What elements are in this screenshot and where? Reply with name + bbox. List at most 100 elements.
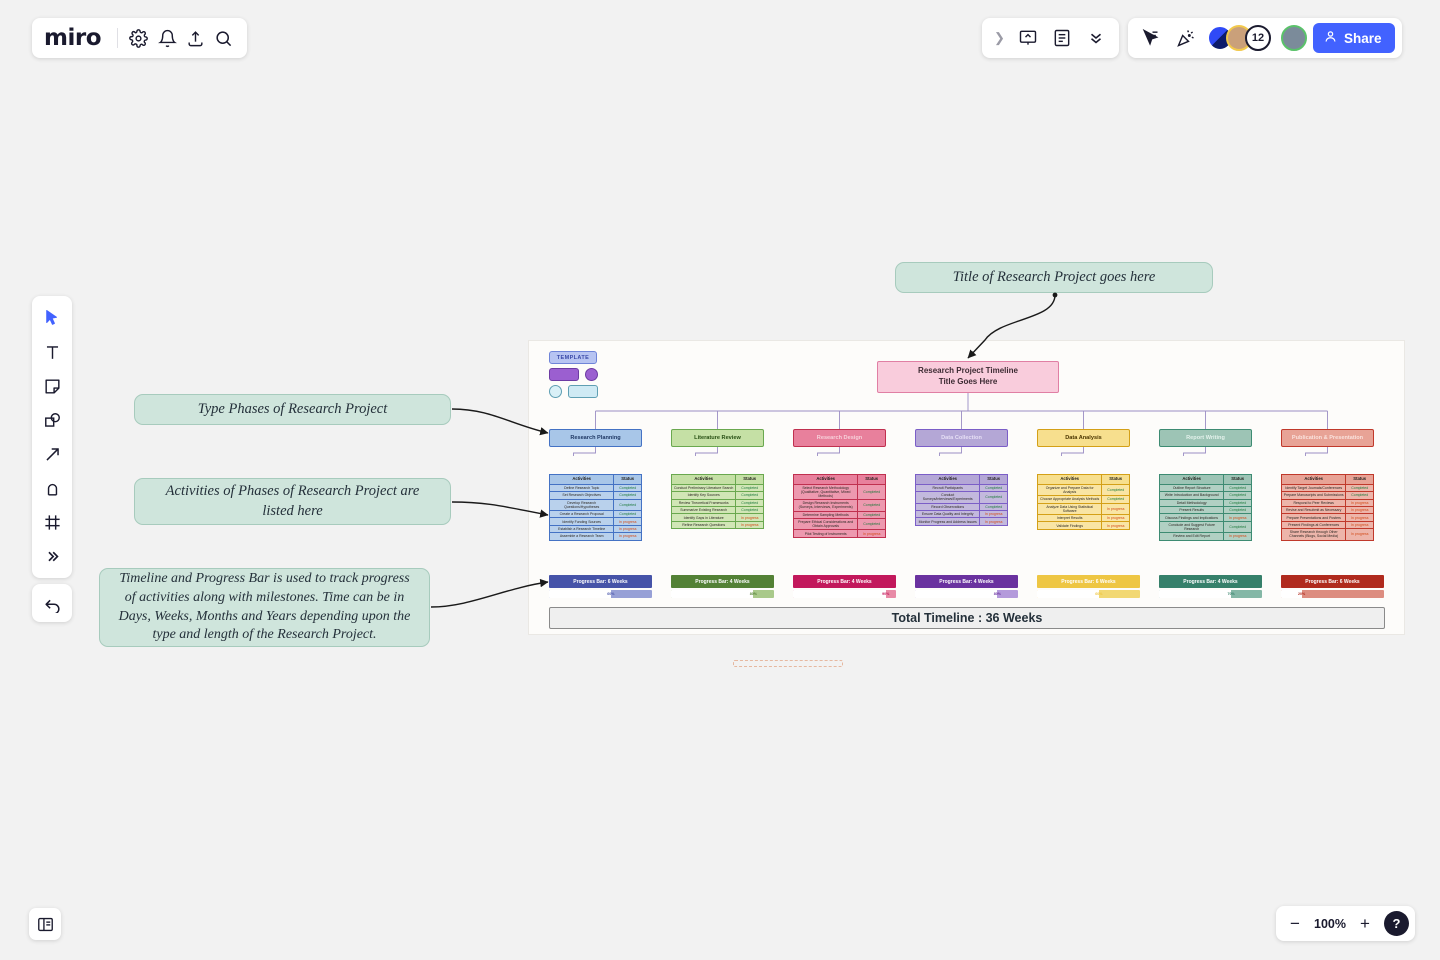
settings-gear-icon[interactable] [128,23,150,53]
table-row[interactable]: Present Results Completed [1158,505,1252,515]
table-row[interactable]: Identify Funding Sources In progress [548,517,642,526]
table-row[interactable]: Prepare Manuscripts and Submissions Compl… [1280,491,1374,500]
progress-bar-block[interactable]: Progress Bar: 4 Weeks 90% [793,575,896,598]
phase-column: Data Analysis Activities Status Organize an… [1036,429,1130,530]
share-button[interactable]: Share [1313,23,1395,53]
note-timeline[interactable]: Timeline and Progress Bar is used to tra… [99,568,430,647]
root-node[interactable]: Research Project Timeline Title Goes Her… [877,361,1059,393]
col-header-status: Status [613,474,642,485]
table-row[interactable]: Identify Key Sources Completed [670,491,764,500]
phase-header[interactable]: Literature Review [671,429,764,447]
table-row[interactable]: Review and Edit Report In progress [1158,532,1252,541]
table-row[interactable]: Interpret Results In progress [1036,514,1130,523]
panel-toggle-icon[interactable] [29,908,61,940]
table-row[interactable]: Set Research Objectives Completed [548,491,642,500]
table-row[interactable]: Discuss Findings and Implications In prog… [1158,513,1252,522]
zoom-level-value[interactable]: 100% [1309,917,1351,931]
table-row[interactable]: Respond to Peer Reviews In progress [1280,498,1374,508]
phase-header[interactable]: Publication & Presentation [1281,429,1374,447]
table-row[interactable]: Organize and Prepare Data for Analysis Co… [1036,483,1130,497]
frame-tool[interactable] [36,506,68,538]
zoom-out-button[interactable]: − [1284,913,1306,935]
legend-circle-cyan [549,385,562,398]
connection-line-tool[interactable] [36,438,68,470]
upload-icon[interactable] [184,23,206,53]
table-row[interactable]: Share Research through Other Channels (B… [1280,528,1374,541]
table-row[interactable]: Present Findings at Conferences In progre… [1280,520,1374,530]
bell-icon[interactable] [156,23,178,53]
presentation-icon[interactable] [1013,23,1043,53]
table-row[interactable]: Assemble a Research Team In progress [548,532,642,541]
progress-bar-track: 60% [549,590,652,598]
progress-bar-block[interactable]: Progress Bar: 4 Weeks 80% [671,575,774,598]
table-row[interactable]: Recruit Participants Completed [914,483,1008,493]
col-header-activities: Activities [1158,474,1225,485]
table-row[interactable]: Monitor Progress and Address Issues In pr… [914,517,1008,526]
table-row[interactable]: Detail Methodology Completed [1158,498,1252,508]
legend-row-purple [549,368,598,381]
note-phases[interactable]: Type Phases of Research Project [134,394,451,425]
pen-tool[interactable] [36,472,68,504]
chevron-double-down-icon[interactable] [1081,23,1111,53]
table-row[interactable]: Outline Report Structure Completed [1158,483,1252,493]
table-row[interactable]: Conduct Surveys/Interviews/Experiments Co… [914,491,1008,504]
text-tool[interactable] [36,336,68,368]
phase-header[interactable]: Research Design [793,429,886,447]
table-row[interactable]: Prepare Presentations and Posters In prog… [1280,513,1374,522]
table-row[interactable]: Write Introduction and Background Complet… [1158,491,1252,500]
undo-button[interactable] [32,584,72,622]
table-row[interactable]: Summarize Existing Research Completed [670,505,764,515]
table-row[interactable]: Ensure Data Quality and Integrity In prog… [914,509,1008,519]
phase-header[interactable]: Data Collection [915,429,1008,447]
avatar-user-2[interactable] [1281,25,1307,51]
search-icon[interactable] [213,23,235,53]
chevron-right-icon[interactable]: ❯ [990,30,1009,46]
table-row[interactable]: Refine Research Questions In progress [670,520,764,530]
progress-bar-block[interactable]: Progress Bar: 4 Weeks 80% [915,575,1018,598]
shapes-tool[interactable] [36,404,68,436]
table-row[interactable]: Develop Research Questions/Hypotheses Com… [548,498,642,512]
zoom-in-button[interactable]: + [1354,913,1376,935]
table-row[interactable]: Record Observations Completed [914,502,1008,512]
celebrate-icon[interactable] [1171,23,1201,53]
table-row[interactable]: Select Research Methodology (Qualitative… [792,483,886,501]
note-activities[interactable]: Activities of Phases of Research Project… [134,478,451,525]
table-row[interactable]: Choose Appropriate Analysis Methods Compl… [1036,495,1130,504]
table-row[interactable]: Create a Research Proposal Completed [548,509,642,519]
table-row[interactable]: Validate Findings In progress [1036,521,1130,530]
progress-bar-block[interactable]: Progress Bar: 6 Weeks 60% [1037,575,1140,598]
activity-name: Identify Key Sources [670,491,737,500]
note-project-title[interactable]: Title of Research Project goes here [895,262,1213,293]
progress-bar-block[interactable]: Progress Bar: 4 Weeks 70% [1159,575,1262,598]
table-row[interactable]: Pilot Testing of Instruments In progress [792,529,886,538]
top-mid-toolbar: ❯ [982,18,1119,58]
notes-icon[interactable] [1047,23,1077,53]
miro-logo[interactable]: miro [44,26,111,50]
cursor-share-icon[interactable] [1135,23,1165,53]
phase-header[interactable]: Report Writing [1159,429,1252,447]
table-row[interactable]: Establish a Research Timeline In progress [548,524,642,534]
table-row[interactable]: Analyze Data Using Statistical Software I… [1036,502,1130,516]
progress-bar-block[interactable]: Progress Bar: 6 Weeks 60% [549,575,652,598]
table-row[interactable]: Define Research Topic Completed [548,483,642,493]
table-row[interactable]: Identify Target Journals/Conferences Comp… [1280,483,1374,493]
activity-name: Establish a Research Timeline [548,524,615,534]
board-frame[interactable]: TEMPLATE Research Project Timeline Title… [528,340,1405,635]
select-tool[interactable] [36,302,68,334]
table-row[interactable]: Identify Gaps in Literature In progress [670,513,764,522]
table-row[interactable]: Prepare Ethical Considerations and Obtai… [792,518,886,531]
phase-header[interactable]: Data Analysis [1037,429,1130,447]
table-row[interactable]: Determine Sampling Methods Completed [792,510,886,520]
avatar-overflow-count[interactable]: 12 [1245,25,1271,51]
table-row[interactable]: Conclude and Suggest Future Research Comp… [1158,520,1252,534]
activity-status: Completed [735,491,764,500]
table-row[interactable]: Conduct Preliminary Literature Search Com… [670,483,764,493]
more-tools[interactable] [36,540,68,572]
help-button[interactable]: ? [1384,911,1409,936]
table-row[interactable]: Review Theoretical Frameworks Completed [670,498,764,508]
phase-header[interactable]: Research Planning [549,429,642,447]
table-row[interactable]: Revise and Resubmit as Necessary In progr… [1280,505,1374,515]
table-row[interactable]: Design Research Instruments (Surveys, In… [792,499,886,512]
sticky-note-tool[interactable] [36,370,68,402]
progress-bar-block[interactable]: Progress Bar: 6 Weeks 20% [1281,575,1384,598]
